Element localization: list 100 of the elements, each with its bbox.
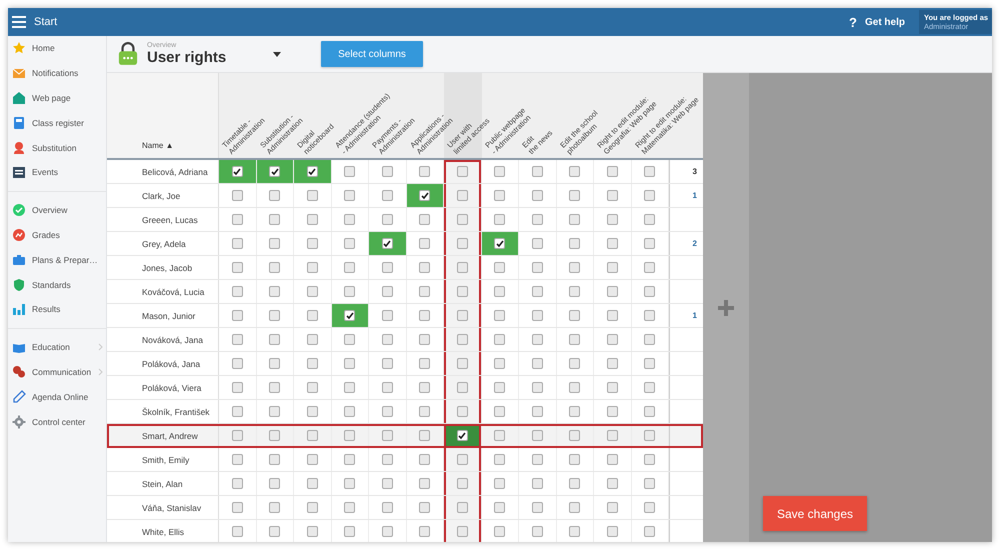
- checkbox[interactable]: [606, 262, 618, 273]
- checkbox[interactable]: [382, 454, 393, 465]
- checkbox[interactable]: [569, 286, 580, 297]
- help-link[interactable]: ? Get help: [849, 14, 905, 30]
- checkbox[interactable]: [269, 478, 280, 489]
- checkbox[interactable]: [644, 478, 656, 489]
- checkbox[interactable]: [382, 502, 393, 513]
- caret-icon[interactable]: [273, 52, 281, 56]
- checkbox[interactable]: [569, 430, 580, 441]
- table-row[interactable]: White, Ellis: [107, 520, 703, 542]
- checkbox[interactable]: [269, 166, 280, 177]
- checkbox[interactable]: [269, 358, 280, 369]
- checkbox[interactable]: [419, 262, 430, 273]
- checkbox[interactable]: [306, 190, 318, 201]
- checkbox[interactable]: [232, 502, 243, 513]
- column-header[interactable]: Name ▲: [107, 73, 219, 158]
- checkbox[interactable]: [306, 406, 318, 417]
- menu-icon[interactable]: [12, 16, 26, 28]
- checkbox[interactable]: [419, 190, 430, 201]
- checkbox[interactable]: [306, 286, 318, 297]
- sidebar-item[interactable]: Plans & Prepar…: [8, 247, 106, 272]
- checkbox[interactable]: [532, 478, 543, 489]
- checkbox[interactable]: [419, 478, 430, 489]
- checkbox[interactable]: [494, 310, 506, 321]
- checkbox[interactable]: [269, 502, 280, 513]
- checkbox[interactable]: [532, 406, 543, 417]
- checkbox[interactable]: [344, 502, 356, 513]
- checkbox[interactable]: [494, 454, 506, 465]
- sidebar-item[interactable]: Substitution: [8, 135, 106, 160]
- checkbox[interactable]: [382, 286, 393, 297]
- checkbox[interactable]: [382, 310, 393, 321]
- checkbox[interactable]: [456, 406, 468, 417]
- checkbox[interactable]: [419, 454, 430, 465]
- checkbox[interactable]: [532, 286, 543, 297]
- checkbox[interactable]: [419, 358, 430, 369]
- checkbox[interactable]: [532, 454, 543, 465]
- checkbox[interactable]: [456, 238, 468, 249]
- checkbox[interactable]: [232, 526, 243, 537]
- checkbox[interactable]: [306, 430, 318, 441]
- checkbox[interactable]: [569, 310, 580, 321]
- sidebar-item[interactable]: Communication: [8, 360, 106, 384]
- checkbox[interactable]: [344, 526, 356, 537]
- checkbox[interactable]: [456, 502, 468, 513]
- checkbox[interactable]: [269, 238, 280, 249]
- checkbox[interactable]: [532, 310, 543, 321]
- checkbox[interactable]: [569, 358, 580, 369]
- checkbox[interactable]: [456, 478, 468, 489]
- table-row[interactable]: Grey, Adela 2: [107, 232, 703, 256]
- checkbox[interactable]: [569, 526, 580, 537]
- checkbox[interactable]: [382, 358, 393, 369]
- checkbox[interactable]: [569, 238, 580, 249]
- checkbox[interactable]: [644, 238, 656, 249]
- checkbox[interactable]: [606, 190, 618, 201]
- checkbox[interactable]: [344, 166, 356, 177]
- checkbox[interactable]: [232, 190, 243, 201]
- checkbox[interactable]: [306, 502, 318, 513]
- checkbox[interactable]: [606, 454, 618, 465]
- start-label[interactable]: Start: [34, 16, 58, 28]
- checkbox[interactable]: [644, 526, 656, 537]
- checkbox[interactable]: [344, 430, 356, 441]
- checkbox[interactable]: [382, 334, 393, 345]
- checkbox[interactable]: [382, 430, 393, 441]
- checkbox[interactable]: [232, 406, 243, 417]
- checkbox[interactable]: [419, 430, 430, 441]
- checkbox[interactable]: [644, 286, 656, 297]
- checkbox[interactable]: [382, 214, 393, 225]
- checkbox[interactable]: [644, 406, 656, 417]
- plus-icon[interactable]: [718, 300, 734, 316]
- checkbox[interactable]: [644, 190, 656, 201]
- checkbox[interactable]: [382, 262, 393, 273]
- checkbox[interactable]: [644, 214, 656, 225]
- checkbox[interactable]: [456, 286, 468, 297]
- table-row[interactable]: Poláková, Viera: [107, 376, 703, 400]
- table-row[interactable]: Mason, Junior 1: [107, 304, 703, 328]
- checkbox[interactable]: [494, 262, 506, 273]
- checkbox[interactable]: [532, 238, 543, 249]
- checkbox[interactable]: [269, 334, 280, 345]
- checkbox[interactable]: [532, 166, 543, 177]
- checkbox[interactable]: [269, 526, 280, 537]
- checkbox[interactable]: [382, 166, 393, 177]
- checkbox[interactable]: [419, 502, 430, 513]
- sidebar-item[interactable]: Class register: [8, 110, 106, 136]
- checkbox[interactable]: [494, 286, 506, 297]
- checkbox[interactable]: [606, 430, 618, 441]
- checkbox[interactable]: [606, 478, 618, 489]
- checkbox[interactable]: [456, 454, 468, 465]
- checkbox[interactable]: [344, 358, 356, 369]
- checkbox[interactable]: [456, 382, 468, 393]
- sidebar-item[interactable]: Education: [8, 334, 106, 360]
- table-row[interactable]: Poláková, Jana: [107, 352, 703, 376]
- checkbox[interactable]: [344, 478, 356, 489]
- checkbox[interactable]: [494, 238, 506, 249]
- table-row[interactable]: Nováková, Jana: [107, 328, 703, 352]
- checkbox[interactable]: [382, 406, 393, 417]
- checkbox[interactable]: [344, 406, 356, 417]
- checkbox[interactable]: [456, 334, 468, 345]
- checkbox[interactable]: [494, 502, 506, 513]
- checkbox[interactable]: [232, 166, 243, 177]
- checkbox[interactable]: [232, 214, 243, 225]
- checkbox[interactable]: [344, 310, 356, 321]
